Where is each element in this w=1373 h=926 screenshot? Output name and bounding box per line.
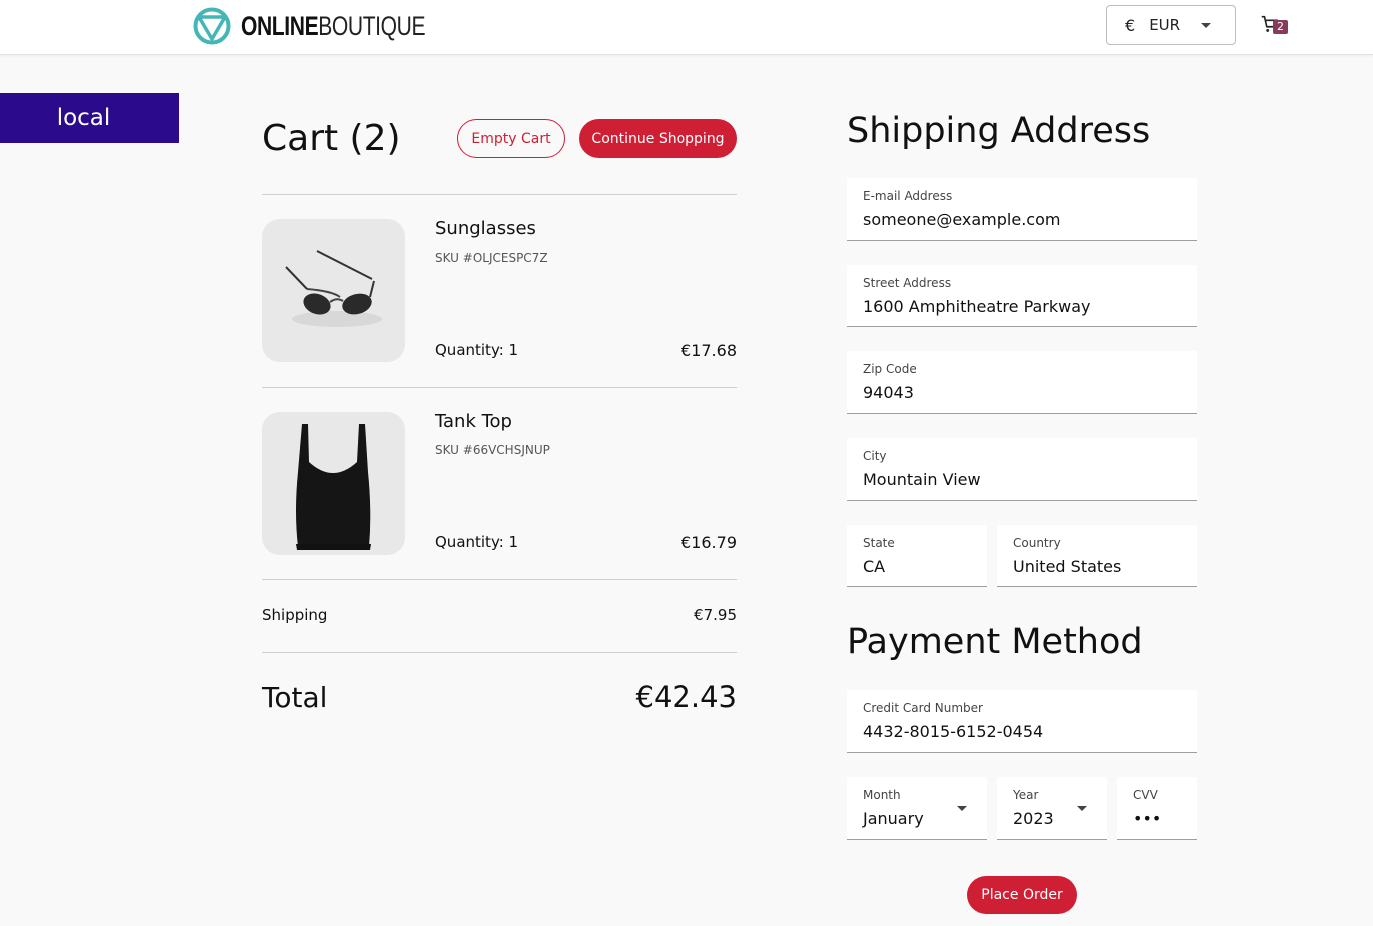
shipping-label: Shipping — [262, 606, 328, 624]
field-value[interactable]: January — [863, 809, 924, 828]
total-amount: €42.43 — [635, 680, 737, 714]
field-value[interactable]: 1600 Amphitheatre Parkway — [863, 297, 1091, 316]
logo-text-light: BOUTIQUE — [318, 10, 426, 41]
field-value[interactable]: Mountain View — [863, 470, 981, 489]
divider — [262, 652, 737, 653]
shipping-address-title: Shipping Address — [847, 111, 1151, 151]
street-address-field[interactable]: Street Address 1600 Amphitheatre Parkway — [847, 265, 1197, 327]
field-label: City — [863, 449, 887, 463]
field-label: Credit Card Number — [863, 701, 983, 715]
city-field[interactable]: City Mountain View — [847, 438, 1197, 501]
chevron-down-icon — [1201, 23, 1211, 28]
divider — [262, 387, 737, 388]
sunglasses-image — [262, 219, 405, 362]
chevron-down-icon — [1077, 806, 1087, 811]
field-value[interactable]: someone@example.com — [863, 210, 1060, 229]
divider — [262, 194, 737, 195]
field-label: Zip Code — [863, 362, 917, 376]
divider — [262, 579, 737, 580]
field-value[interactable]: 2023 — [1013, 809, 1054, 828]
zip-code-field[interactable]: Zip Code 94043 — [847, 351, 1197, 414]
cart-item-quantity: Quantity: 1 — [435, 533, 519, 551]
cart-item-price: €16.79 — [681, 533, 737, 552]
currency-select[interactable]: € EUR — [1106, 5, 1236, 45]
email-field[interactable]: E-mail Address someone@example.com — [847, 178, 1197, 241]
empty-cart-button[interactable]: Empty Cart — [457, 119, 565, 158]
shipping-cost: €7.95 — [694, 606, 737, 624]
field-value[interactable]: United States — [1013, 557, 1121, 576]
cart-item-quantity: Quantity: 1 — [435, 341, 519, 359]
field-label: Country — [1013, 536, 1061, 550]
total-label: Total — [262, 681, 328, 714]
field-value[interactable]: 94043 — [863, 383, 914, 402]
product-image-sunglasses[interactable] — [262, 219, 405, 362]
cart-item-name[interactable]: Sunglasses — [435, 218, 536, 239]
field-label: E-mail Address — [863, 189, 953, 203]
currency-code: EUR — [1149, 16, 1181, 34]
payment-method-title: Payment Method — [847, 622, 1143, 662]
logo-icon — [193, 7, 231, 45]
tank-top-image — [262, 412, 405, 555]
expiry-year-select[interactable]: Year 2023 — [997, 777, 1107, 840]
product-image-tank-top[interactable] — [262, 412, 405, 555]
cart-item-name[interactable]: Tank Top — [435, 411, 512, 432]
logo-wordmark: ONLINEBOUTIQUE — [241, 10, 426, 41]
currency-symbol: € — [1125, 15, 1136, 35]
logo-text-bold: ONLINE — [241, 10, 319, 41]
logo[interactable]: ONLINEBOUTIQUE — [192, 6, 477, 46]
cvv-field[interactable]: CVV ••• — [1117, 777, 1197, 840]
continue-shopping-button[interactable]: Continue Shopping — [579, 119, 737, 158]
cart-item-sku: SKU #66VCHSJNUP — [435, 443, 550, 457]
cart-item-sku: SKU #OLJCESPC7Z — [435, 251, 548, 265]
field-value[interactable]: 4432-8015-6152-0454 — [863, 722, 1043, 741]
cart-item-price: €17.68 — [681, 341, 737, 360]
field-label: Month — [863, 788, 901, 802]
chevron-down-icon — [957, 806, 967, 811]
place-order-button[interactable]: Place Order — [967, 876, 1077, 914]
field-label: State — [863, 536, 895, 550]
field-label: Street Address — [863, 276, 952, 290]
credit-card-field[interactable]: Credit Card Number 4432-8015-6152-0454 — [847, 690, 1197, 753]
cart-link[interactable]: 2 — [1259, 13, 1289, 37]
country-field[interactable]: Country United States — [997, 525, 1197, 587]
state-field[interactable]: State CA — [847, 525, 987, 587]
expiry-month-select[interactable]: Month January — [847, 777, 987, 840]
field-label: CVV — [1133, 788, 1158, 802]
cart-title: Cart (2) — [262, 118, 401, 159]
field-value[interactable]: ••• — [1133, 809, 1161, 828]
top-header: ONLINEBOUTIQUE € EUR 2 — [0, 0, 1373, 55]
environment-banner: local — [0, 93, 179, 143]
field-label: Year — [1013, 788, 1039, 802]
cart-count-badge: 2 — [1273, 20, 1288, 34]
field-value[interactable]: CA — [863, 557, 885, 576]
